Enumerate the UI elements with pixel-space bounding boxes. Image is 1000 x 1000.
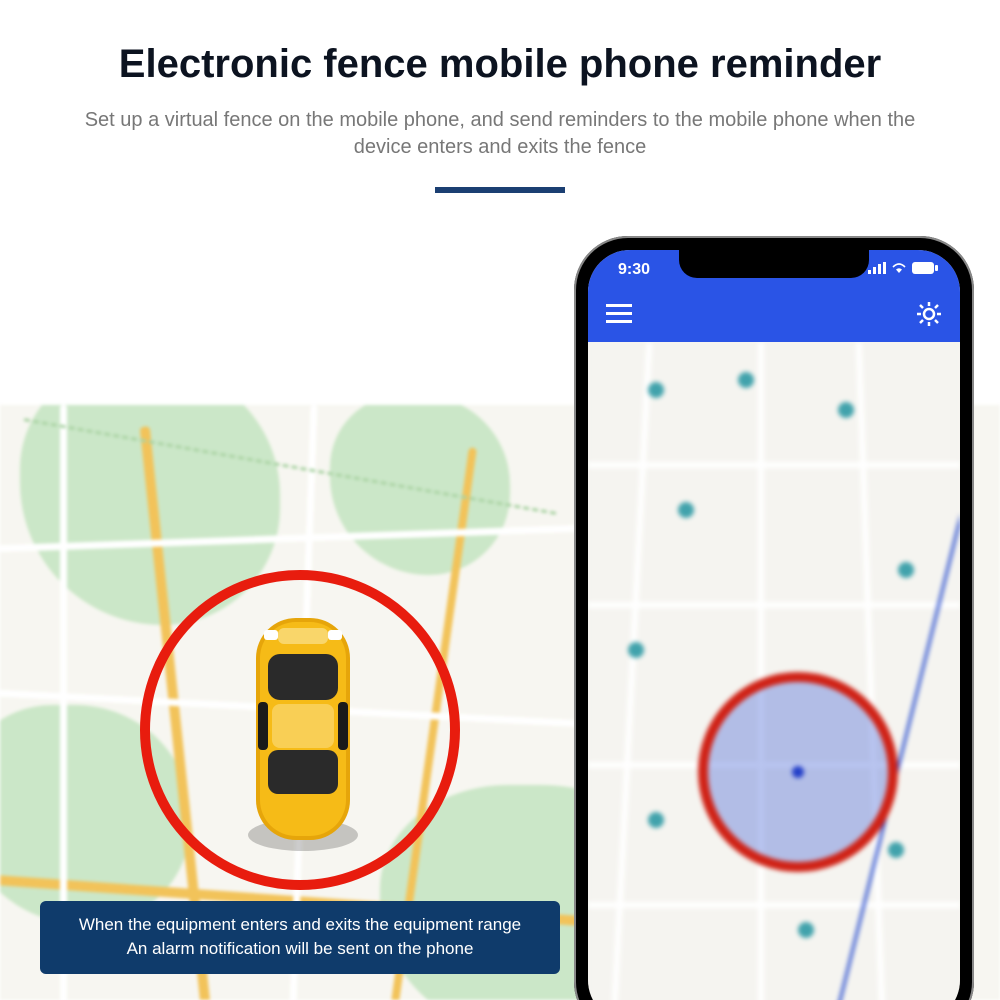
phone-screen: 9:30 <box>588 250 960 1000</box>
phone-notch <box>679 250 869 278</box>
battery-icon <box>912 261 938 279</box>
banner-line-1: When the equipment enters and exits the … <box>52 913 548 938</box>
car-icon <box>238 600 368 860</box>
device-location-dot <box>792 766 804 778</box>
banner-line-2: An alarm notification will be sent on th… <box>52 937 548 962</box>
phone-map[interactable] <box>588 342 960 1000</box>
app-bar <box>588 290 960 342</box>
wifi-icon <box>891 261 907 279</box>
page-title: Electronic fence mobile phone reminder <box>0 0 1000 87</box>
phone-geofence-circle <box>698 672 898 872</box>
signal-icon <box>868 261 886 279</box>
page-subtitle: Set up a virtual fence on the mobile pho… <box>0 107 1000 161</box>
settings-gear-icon[interactable] <box>916 301 942 332</box>
menu-icon[interactable] <box>606 304 632 329</box>
info-banner: When the equipment enters and exits the … <box>40 901 560 974</box>
phone-mockup: 9:30 <box>574 236 974 1000</box>
divider <box>435 187 565 193</box>
status-time: 9:30 <box>618 261 650 279</box>
